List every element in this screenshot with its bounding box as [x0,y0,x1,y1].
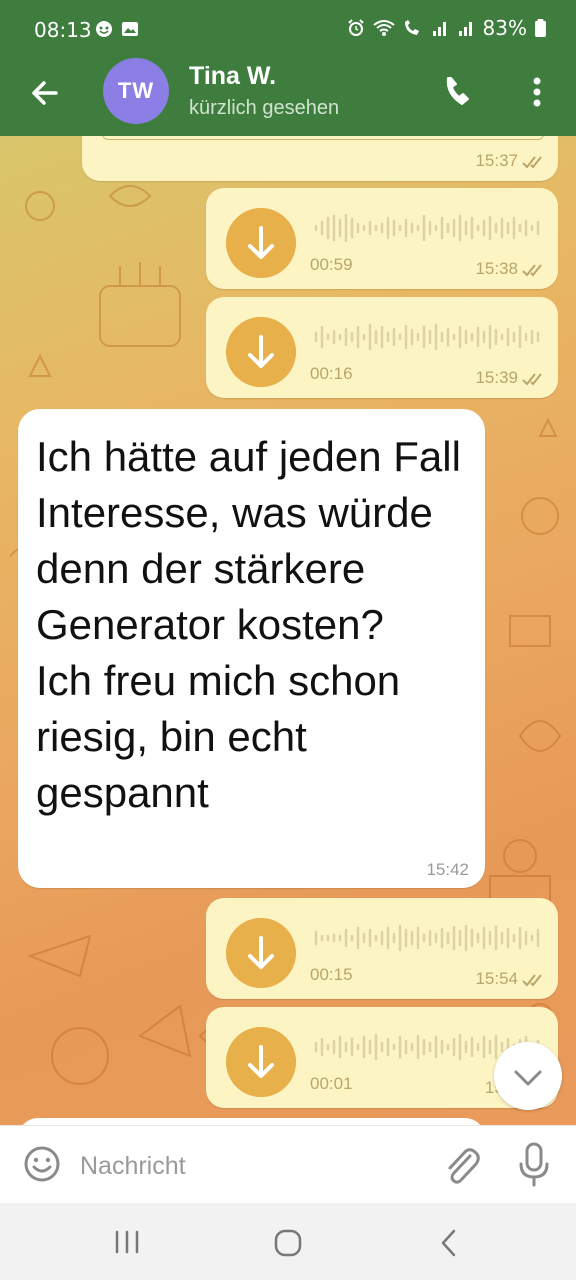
call-signal-icon [404,20,419,35]
outgoing-message[interactable]: 15:37 [82,136,558,181]
more-vert-icon[interactable] [522,72,552,112]
message-text: Ich hätte auf jeden Fall Interesse, was … [36,433,461,816]
voice-waveform [314,924,540,952]
message-time: 15:42 [426,860,469,879]
download-icon[interactable] [226,1027,296,1097]
double-check-icon [522,974,542,987]
nav-back-icon[interactable] [436,1227,462,1259]
message-time: 15:38 [475,259,518,278]
double-check-icon [522,373,542,386]
chat-area[interactable]: 15:37 00:59 15:38 00:16 15:39 Ich hätte … [0,136,576,1125]
chat-header: TW Tina W. kürzlich gesehen [0,58,576,136]
voice-duration: 00:15 [310,965,353,984]
voice-message[interactable]: 00:15 15:54 [206,898,558,999]
system-nav-bar [0,1203,576,1280]
signal-icon [458,22,472,36]
message-time: 15:37 [475,151,518,170]
recent-apps-icon[interactable] [112,1229,142,1255]
alarm-icon [347,19,364,36]
paperclip-icon[interactable] [440,1142,482,1186]
scroll-down-button[interactable] [494,1042,562,1110]
voice-duration: 00:01 [310,1074,353,1093]
download-icon[interactable] [226,317,296,387]
signal-icon [432,22,446,36]
voice-message[interactable]: 00:16 15:39 [206,297,558,398]
download-icon[interactable] [226,918,296,988]
message-composer [0,1125,576,1203]
message-time: 15:39 [475,368,518,387]
incoming-message[interactable] [18,1118,485,1125]
contact-status: kürzlich gesehen [189,97,340,119]
voice-waveform [314,213,540,243]
voice-waveform [314,323,540,351]
voice-message[interactable]: 00:59 15:38 [206,188,558,289]
chevron-down-icon [514,1070,542,1086]
battery-icon [535,19,546,37]
download-icon[interactable] [226,208,296,278]
wifi-icon [372,20,395,36]
message-input[interactable] [80,1148,420,1184]
phone-icon[interactable] [440,72,480,112]
notification-icon [96,21,112,37]
emoji-icon[interactable] [22,1144,62,1184]
incoming-message[interactable]: Ich hätte auf jeden Fall Interesse, was … [18,409,485,888]
avatar[interactable]: TW [103,58,169,124]
back-arrow-icon[interactable] [22,70,68,116]
status-time: 08:13 [34,18,92,42]
voice-duration: 00:59 [310,255,353,274]
gallery-icon [122,22,138,36]
home-icon[interactable] [272,1227,304,1259]
status-bar: 08:13 83% [0,0,576,58]
battery-percent: 83% [482,16,527,40]
microphone-icon[interactable] [514,1140,554,1188]
double-check-icon [522,156,542,169]
message-time: 15:54 [475,969,518,988]
double-check-icon [522,264,542,277]
contact-name[interactable]: Tina W. [189,62,276,91]
voice-duration: 00:16 [310,364,353,383]
